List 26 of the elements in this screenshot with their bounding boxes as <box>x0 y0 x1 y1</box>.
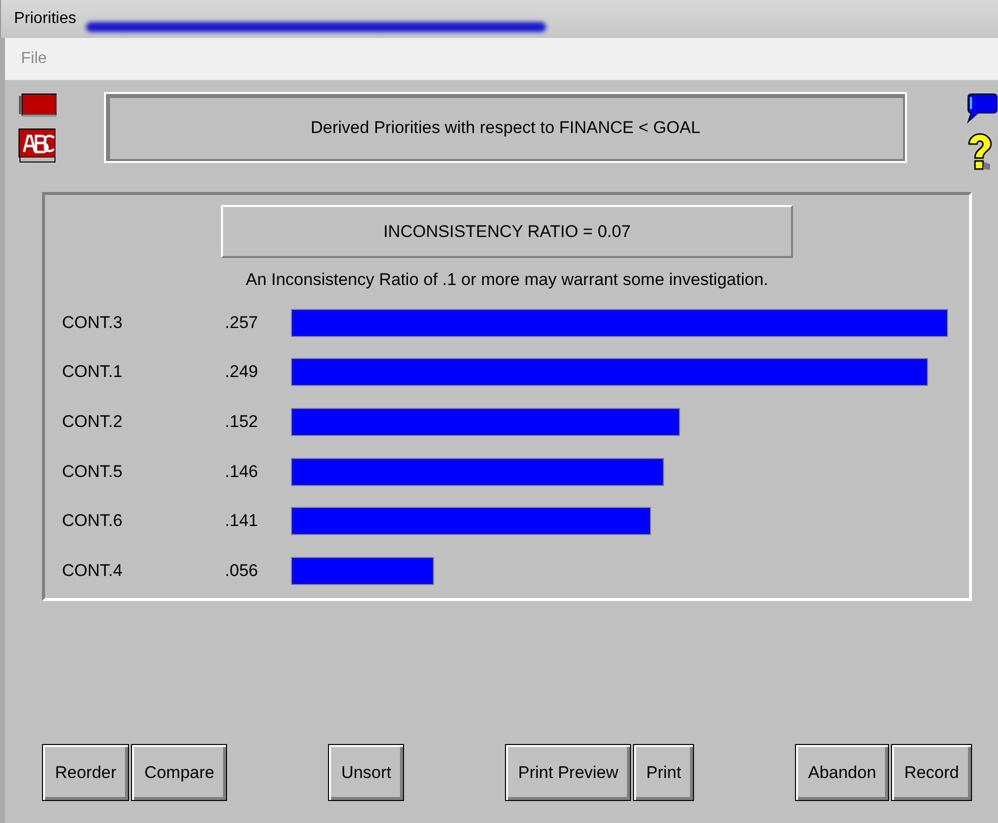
dialog-button[interactable]: Reorder <box>42 744 130 801</box>
book-icon[interactable] <box>18 92 58 118</box>
priority-value: .257 <box>224 312 258 333</box>
dialog-button[interactable]: Abandon <box>795 744 890 801</box>
dialog-button[interactable]: Print <box>633 744 694 801</box>
dialog-button[interactable]: Print Preview <box>505 744 632 801</box>
priority-value: .056 <box>224 560 258 581</box>
dialog-button[interactable]: Compare <box>131 744 228 801</box>
criterion-label: CONT.3 <box>62 312 124 333</box>
criterion-label: CONT.4 <box>62 560 124 581</box>
inconsistency-note: An Inconsistency Ratio of .1 or more may warrant some investigation. <box>246 270 768 290</box>
criterion-label: CONT.6 <box>62 511 124 532</box>
header-title: Derived Priorities with respect to FINANCE < GOAL <box>104 92 907 163</box>
criterion-label: CONT.5 <box>62 462 124 482</box>
dialog-button[interactable]: Unsort <box>328 744 404 801</box>
inconsistency-ratio: INCONSISTENCY RATIO = 0.07 <box>221 205 793 258</box>
priority-value: .152 <box>224 412 258 432</box>
priority-value: .141 <box>224 511 258 532</box>
dialog-button[interactable]: Record <box>891 744 972 801</box>
criterion-label: CONT.2 <box>62 412 124 432</box>
criterion-label: CONT.1 <box>62 362 124 382</box>
spellcheck-icon[interactable] <box>18 128 58 164</box>
speech-bubble-icon[interactable] <box>964 92 998 124</box>
priority-value: .146 <box>224 462 258 482</box>
window-title: Priorities <box>14 10 76 28</box>
priority-value: .249 <box>224 362 258 382</box>
